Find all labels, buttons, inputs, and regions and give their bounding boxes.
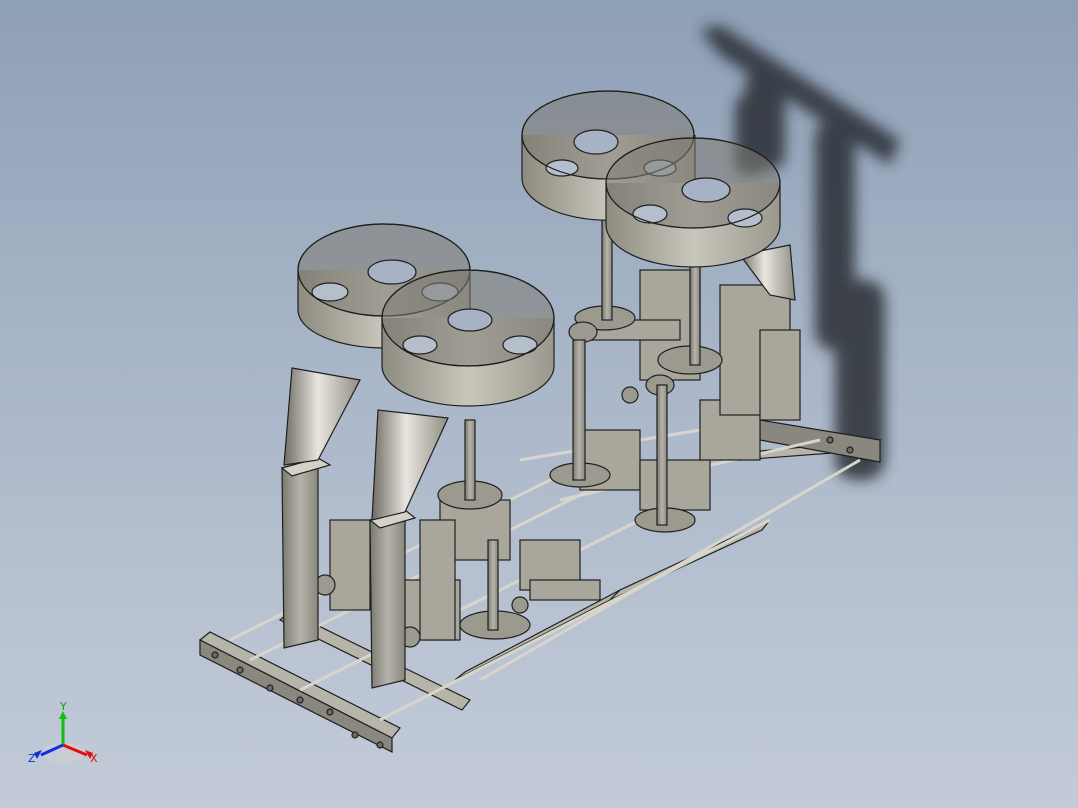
hopper-bowl-2[interactable] [381,269,555,407]
triad-x-label: X [90,752,98,765]
cad-viewport[interactable]: Y X Z [0,0,1078,808]
hopper-bowl-4[interactable] [605,137,781,268]
triad-y-label: Y [59,700,67,713]
triad-z-label: Z [28,752,36,765]
orientation-triad[interactable]: Y X Z [28,700,98,765]
assembly-model[interactable] [198,90,882,753]
